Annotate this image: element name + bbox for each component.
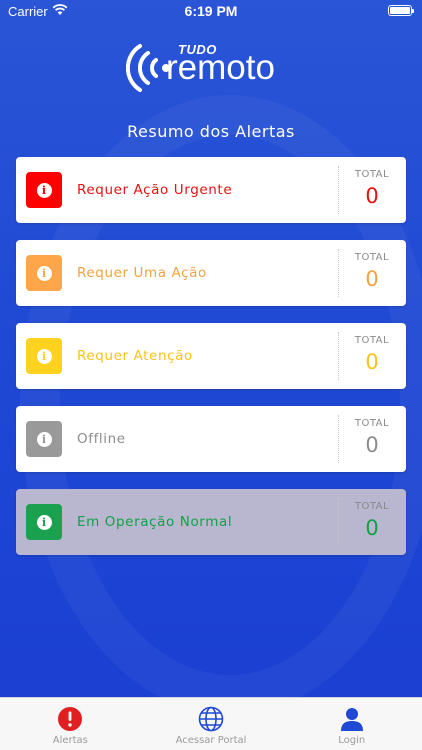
logo-big-text: remoto xyxy=(166,48,275,87)
total-label: TOTAL xyxy=(354,252,390,263)
info-icon: i xyxy=(26,421,62,457)
alert-card-attention[interactable]: i Requer Atenção TOTAL 0 xyxy=(16,323,406,389)
total-value: 0 xyxy=(365,350,379,374)
divider xyxy=(338,415,339,463)
tab-acessar-portal[interactable]: Acessar Portal xyxy=(141,698,282,750)
total-label: TOTAL xyxy=(354,501,390,512)
alert-card-normal[interactable]: i Em Operação Normal TOTAL 0 xyxy=(16,489,406,555)
tab-label: Login xyxy=(338,735,366,746)
clock: 6:19 PM xyxy=(184,3,238,19)
alert-card-label: Requer Uma Ação xyxy=(77,265,207,281)
alert-card-label: Requer Ação Urgente xyxy=(77,182,233,198)
divider xyxy=(338,332,339,380)
alert-card-label: Requer Atenção xyxy=(77,348,193,364)
app-logo: TUDO remoto xyxy=(126,40,298,96)
alert-card-label: Offline xyxy=(77,431,126,447)
total-label: TOTAL xyxy=(354,418,390,429)
tab-bar: Alertas Acessar Portal Login xyxy=(0,697,422,750)
globe-icon xyxy=(198,706,224,732)
alert-summary-list: i Requer Ação Urgente TOTAL 0 i Requer U… xyxy=(16,157,406,572)
total-label: TOTAL xyxy=(354,169,390,180)
info-icon: i xyxy=(26,504,62,540)
tab-label: Alertas xyxy=(52,735,88,746)
total-value: 0 xyxy=(365,433,379,457)
total-label: TOTAL xyxy=(354,335,390,346)
alert-card-action[interactable]: i Requer Uma Ação TOTAL 0 xyxy=(16,240,406,306)
battery-icon xyxy=(388,5,414,16)
user-icon xyxy=(340,708,363,731)
tab-label: Acessar Portal xyxy=(175,735,247,746)
divider xyxy=(338,166,339,214)
total-value: 0 xyxy=(365,184,379,208)
tab-alertas[interactable]: Alertas xyxy=(0,698,141,750)
page-title: Resumo dos Alertas xyxy=(127,122,295,141)
divider xyxy=(338,249,339,297)
alert-card-label: Em Operação Normal xyxy=(77,514,233,530)
total-value: 0 xyxy=(365,267,379,291)
divider xyxy=(338,498,339,546)
info-icon: i xyxy=(26,338,62,374)
alert-card-offline[interactable]: i Offline TOTAL 0 xyxy=(16,406,406,472)
status-bar: Carrier 6:19 PM xyxy=(0,0,422,22)
info-icon: i xyxy=(26,172,62,208)
total-value: 0 xyxy=(365,516,379,540)
alert-circle-icon xyxy=(58,707,83,731)
alert-card-urgent[interactable]: i Requer Ação Urgente TOTAL 0 xyxy=(16,157,406,223)
info-icon: i xyxy=(26,255,62,291)
tab-login[interactable]: Login xyxy=(281,698,422,750)
